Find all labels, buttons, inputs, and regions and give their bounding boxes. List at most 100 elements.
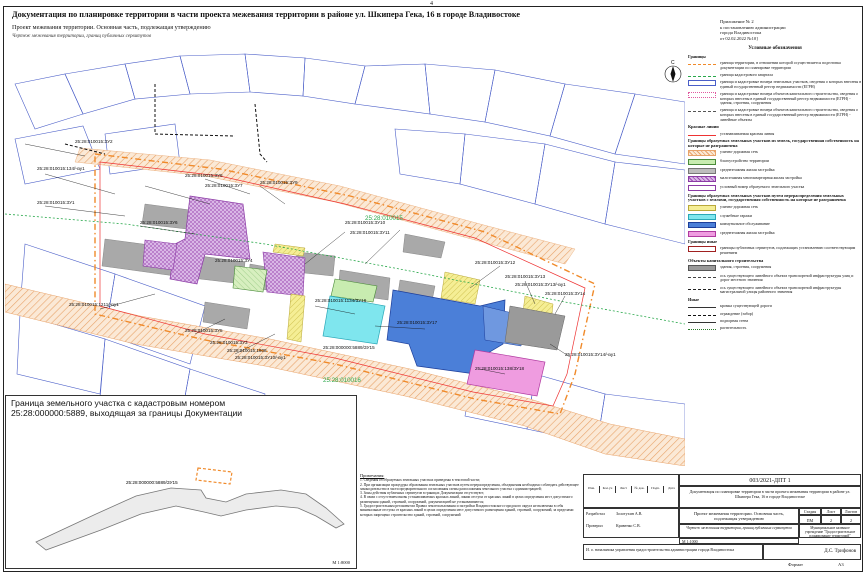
stamp-row-1-name: Золотухин А.В. [616,511,643,516]
label-zu3: 25:28:010015:ЗУ3 [210,340,248,345]
legend-item-text: среднеэтажная жилая застройка [720,166,775,172]
label-5889: 25:28:000000:5889/ЗУ15 [323,345,375,350]
stamp-row-1-role: Разработал [586,511,605,516]
legend-item: устанавливаемая красная линия [688,130,862,137]
legend-panel: Условные обозначения Границы граница терр… [688,46,862,448]
legend-item-text: кромка существующей дороги [720,303,772,309]
stamp-stage-header: Стадия [799,508,821,515]
note-item: 5. Градостроительным регламентом Правил … [360,504,574,517]
stamp-signer-title: И. о. начальника управления градостроите… [583,544,763,560]
legend-item: кромка существующей дороги [688,304,862,309]
inset-panel: Граница земельного участка с кадастровым… [5,395,357,569]
legend-item: граница и кадастровые номера земельных у… [688,79,862,89]
label-zu4: 25:28:010015:ЗУ4 [215,258,253,263]
legend-swatch-icon [688,328,716,330]
legend-swatch-icon [688,176,716,183]
parcel-landscape-1[interactable] [232,265,268,293]
legend-item-text: коммунальное обслуживание [720,221,770,227]
legend-swatch-icon [688,321,716,323]
parcel-zu10[interactable] [262,251,306,297]
stamp-row-2-name: Кривенко С.В. [616,523,641,528]
stamp-doc-title: Документация по планировке территории в … [679,486,861,508]
parcel-zu6b[interactable] [142,239,178,271]
drawing-subtitle: Проект межевания территории. Основная ча… [12,24,211,31]
legend-item-text: улично-дорожная сеть [720,204,759,210]
legend-swatch-icon [688,80,716,87]
label-1134: 25:28:010015:1134/ЗУ16 [315,298,367,303]
legend-item: коммунальное обслуживание [688,221,862,229]
legend-item-text: границы публичных сервитутов, подлежащих… [720,245,856,255]
annex-block: Приложение № 2 к постановлению администр… [720,19,860,41]
legend-item: ограждение (забор) [688,310,862,317]
legend-item-text: улично-дорожная сеть [720,149,759,155]
stamp-format-label: Формат [788,562,803,567]
inset-title-line-2: 25:28:000000:5889, выходящая за границы … [11,408,243,418]
legend-item-text: подпорная стена [720,317,749,323]
legend-section-heading: Границы [688,53,706,59]
inset-parcel-label: 25:28:000000:5889/ЗУ15 [126,480,178,485]
legend-swatch-icon [688,314,716,316]
parcel-zu12[interactable] [440,271,481,305]
label-zu8: 25:28:010015:ЗУ8 [185,173,223,178]
legend-item-text: среднеэтажная жилая застройка [720,229,775,235]
label-zu12: 25:28:010015:ЗУ12 [475,260,516,265]
legend-item: границы публичных сервитутов, подлежащих… [688,246,862,255]
label-138: 25:28:010015:138/ЗУ18 [475,366,525,371]
legend-item-text: ось существующего линейного объекта тран… [720,272,854,283]
legend-section-heading: Красные линии [688,124,719,130]
inset-title-line-1: Граница земельного участка с кадастровым… [11,398,226,408]
legend-item: благоустройство территории [688,158,862,166]
label-zu17: 25:28:010015:ЗУ17 [397,320,438,325]
legend-item: граница территории, в отношении которой … [688,60,862,70]
stamp-part-title: Проект межевания территории. Основная ча… [679,508,799,524]
stamp-col-header: Подп. [648,486,664,493]
legend-swatch-icon [688,64,716,66]
stamp-col-header: Изм. [584,486,600,493]
legend-item-text: устанавливаемая красная линия [720,130,775,136]
annex-line-4: от 02.02.2022 №10] [720,35,758,41]
legend-item-text: ограждение (забор) [720,310,754,316]
quarter-010015: 25:28:010015 [365,215,403,222]
legend-item-text: благоустройство территории [720,158,769,164]
label-zu1: 25:28:010015:ЗУ1 [37,200,75,205]
legend-item-text: здания, строения, сооружения [720,264,772,270]
parcel-yellow-2[interactable] [286,293,306,343]
legend-item-text: ось существующего линейного объекта тран… [720,284,842,295]
legend-item: граница кадастрового квартала [688,72,862,78]
legend-item-text: растительность [720,324,747,330]
label-zu5: 25:28:010015:ЗУ5 [185,328,223,333]
notes-block: Примечания: 1. Сведения об образуемых зе… [360,473,582,517]
stamp-doc-code: 003/2021-ДПТ 1 [679,474,861,486]
legend-swatch-icon [688,205,716,212]
legend-item-text: условный номер образуемого земельного уч… [720,183,805,189]
legend-item-text: служебные гаражи [720,212,752,218]
legend-swatch-icon [688,222,716,229]
legend-swatch-icon [688,167,716,174]
legend-swatch-icon [688,159,716,166]
legend-item-text: граница и кадастровые номера земельных у… [720,79,862,89]
fence-2 [254,103,268,163]
legend-item: здания, строения, сооружения [688,264,862,272]
stamp-people: Разработал Золотухин А.В. Проверил Криве… [583,508,679,538]
drawing-title: Документация по планировке территории в … [12,10,521,19]
quarter-010016: 25:28:010016 [323,377,361,384]
legend-item: граница и кадастровые номера объектов ка… [688,91,862,106]
note-item: 4. В связи с отсутствием вновь устанавли… [360,495,573,504]
legend-swatch-icon [688,265,716,272]
legend-item: улично-дорожная сеть [688,204,862,212]
legend-swatch-icon [688,213,716,220]
label-zu11: 25:28:010015:ЗУ11 [350,230,390,235]
legend-item: служебные гаражи [688,212,862,220]
stamp-format-value: А3 [838,562,844,567]
legend-swatch-icon [688,276,716,278]
legend-item: растительность [688,324,862,331]
legend-swatch-icon [688,184,716,191]
stamp-row-2-role: Проверил [586,523,603,528]
legend-title: Условные обозначения [748,45,802,51]
legend-item-text: малоэтажная многоквартирная жилая застро… [720,175,802,181]
stamp-col-header: № док. [632,486,648,493]
stamp-col-header: Кол.уч [600,486,616,493]
parcel-1134-zu16[interactable] [322,295,386,345]
drawing-subnote: Чертеж межевания территории, границ публ… [12,34,152,39]
legend-swatch-icon [688,150,716,157]
